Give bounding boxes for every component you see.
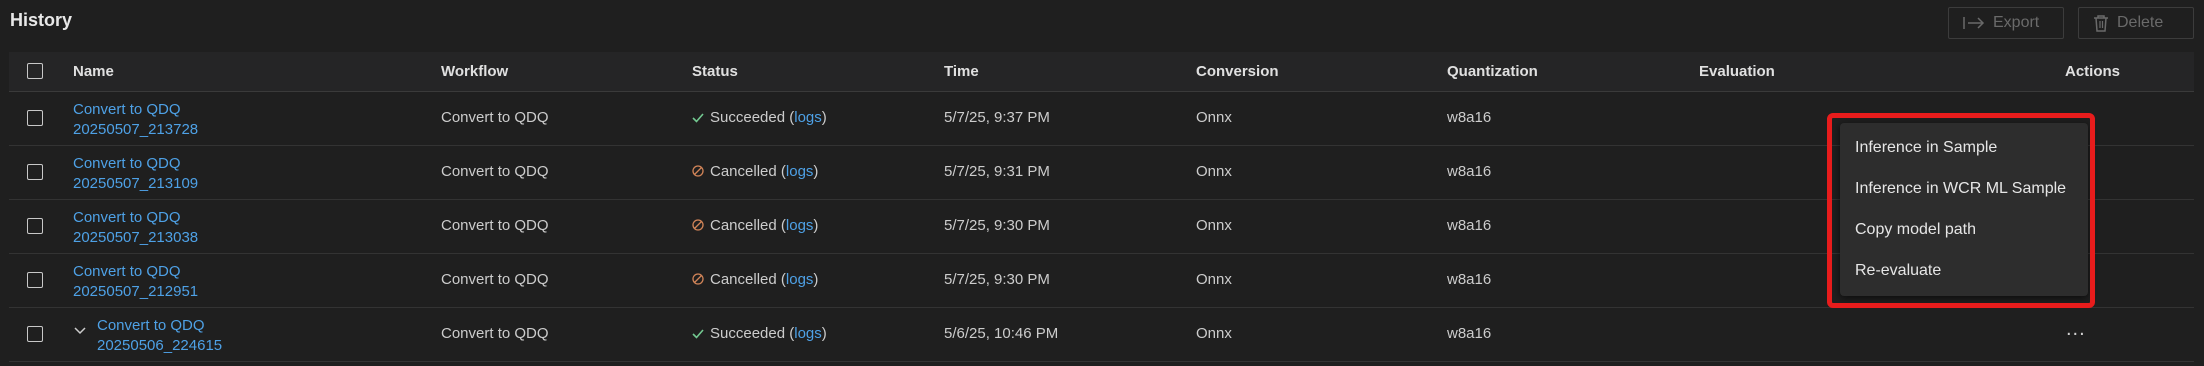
workflow-cell: Convert to QDQ [441, 109, 549, 126]
cancelled-icon [692, 218, 704, 235]
run-id[interactable]: 20250507_212951 [73, 282, 198, 302]
time-cell: 5/7/25, 9:37 PM [944, 109, 1050, 126]
column-header-time[interactable]: Time [944, 63, 979, 80]
export-button[interactable]: Export [1948, 7, 2064, 39]
run-name-link[interactable]: Convert to QDQ 20250506_224615 [97, 316, 222, 356]
status-cell: Cancelled (logs) [692, 163, 818, 181]
conversion-cell: Onnx [1196, 217, 1232, 234]
check-icon [692, 326, 704, 343]
quantization-cell: w8a16 [1447, 163, 1492, 180]
conversion-cell: Onnx [1196, 109, 1232, 126]
run-name[interactable]: Convert to QDQ [73, 154, 198, 174]
check-icon [692, 110, 704, 127]
status-cell: Succeeded (logs) [692, 109, 827, 127]
highlight-box [1827, 113, 2095, 308]
column-header-actions: Actions [2065, 63, 2121, 80]
workflow-cell: Convert to QDQ [441, 325, 549, 342]
run-name-link[interactable]: Convert to QDQ 20250507_213038 [73, 208, 198, 248]
time-cell: 5/6/25, 10:46 PM [944, 325, 1059, 342]
column-header-status[interactable]: Status [692, 63, 738, 80]
run-name[interactable]: Convert to QDQ [73, 208, 198, 228]
trash-icon [2093, 14, 2109, 32]
logs-link[interactable]: logs [786, 217, 814, 234]
cancelled-icon [692, 164, 704, 181]
status-text: Succeeded [710, 109, 786, 126]
time-cell: 5/7/25, 9:30 PM [944, 271, 1050, 288]
history-toolbar: History Export Delete [0, 0, 2204, 48]
status-text: Cancelled [710, 163, 777, 180]
run-name-link[interactable]: Convert to QDQ 20250507_213109 [73, 154, 198, 194]
run-id[interactable]: 20250507_213038 [73, 228, 198, 248]
column-header-evaluation[interactable]: Evaluation [1699, 63, 1775, 80]
chevron-down-icon[interactable] [73, 324, 87, 342]
quantization-cell: w8a16 [1447, 325, 1492, 342]
conversion-cell: Onnx [1196, 271, 1232, 288]
column-header-workflow[interactable]: Workflow [441, 63, 508, 80]
more-actions-button[interactable]: ... [2066, 318, 2086, 341]
export-icon [1963, 16, 1985, 30]
status-cell: Cancelled (logs) [692, 271, 818, 289]
status-text: Cancelled [710, 271, 777, 288]
row-checkbox[interactable] [27, 164, 43, 180]
logs-link[interactable]: logs [794, 109, 822, 126]
column-header-quantization[interactable]: Quantization [1447, 63, 1538, 80]
conversion-cell: Onnx [1196, 163, 1232, 180]
run-name[interactable]: Convert to QDQ [73, 262, 198, 282]
workflow-cell: Convert to QDQ [441, 271, 549, 288]
quantization-cell: w8a16 [1447, 271, 1492, 288]
run-name[interactable]: Convert to QDQ [97, 316, 222, 336]
conversion-cell: Onnx [1196, 325, 1232, 342]
row-checkbox[interactable] [27, 218, 43, 234]
time-cell: 5/7/25, 9:30 PM [944, 217, 1050, 234]
status-cell: Succeeded (logs) [692, 325, 827, 343]
table-row[interactable]: Convert to QDQ 20250506_224615 Convert t… [9, 308, 2194, 362]
run-id[interactable]: 20250507_213728 [73, 120, 198, 140]
quantization-cell: w8a16 [1447, 217, 1492, 234]
run-name[interactable]: Convert to QDQ [73, 100, 198, 120]
page-title: History [10, 10, 73, 30]
run-id[interactable]: 20250506_224615 [97, 336, 222, 356]
select-all-checkbox[interactable] [27, 63, 43, 79]
logs-link[interactable]: logs [786, 163, 814, 180]
export-label: Export [1993, 14, 2040, 31]
status-text: Cancelled [710, 217, 777, 234]
row-checkbox[interactable] [27, 272, 43, 288]
run-id[interactable]: 20250507_213109 [73, 174, 198, 194]
delete-button[interactable]: Delete [2078, 7, 2194, 39]
workflow-cell: Convert to QDQ [441, 163, 549, 180]
row-checkbox[interactable] [27, 110, 43, 126]
quantization-cell: w8a16 [1447, 109, 1492, 126]
cancelled-icon [692, 272, 704, 289]
table-header: Name Workflow Status Time Conversion Qua… [9, 52, 2194, 92]
column-header-name[interactable]: Name [73, 63, 114, 80]
run-name-link[interactable]: Convert to QDQ 20250507_213728 [73, 100, 198, 140]
delete-label: Delete [2117, 14, 2164, 31]
status-text: Succeeded [710, 325, 786, 342]
workflow-cell: Convert to QDQ [441, 217, 549, 234]
row-checkbox[interactable] [27, 326, 43, 342]
run-name-link[interactable]: Convert to QDQ 20250507_212951 [73, 262, 198, 302]
logs-link[interactable]: logs [794, 325, 822, 342]
logs-link[interactable]: logs [786, 271, 814, 288]
status-cell: Cancelled (logs) [692, 217, 818, 235]
column-header-conversion[interactable]: Conversion [1196, 63, 1279, 80]
time-cell: 5/7/25, 9:31 PM [944, 163, 1050, 180]
